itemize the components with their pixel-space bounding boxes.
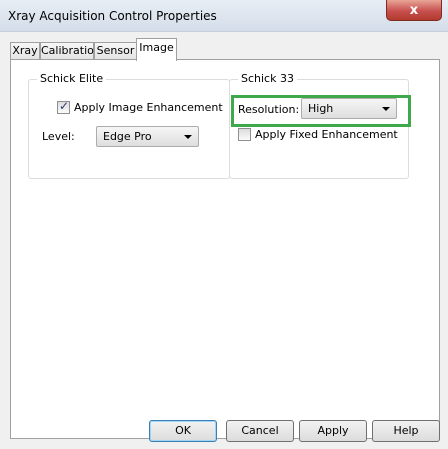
schick-elite-title: Schick Elite <box>37 72 107 85</box>
resolution-highlight-box <box>231 95 411 127</box>
apply-image-enhancement-label: Apply Image Enhancement <box>74 101 223 114</box>
checkmark-icon: ✓ <box>59 99 70 113</box>
schick-33-group: Schick 33 Resolution: High Apply Fixed E… <box>229 72 409 179</box>
close-icon: x <box>409 2 419 18</box>
apply-fixed-enhancement-row[interactable]: Apply Fixed Enhancement <box>238 128 398 141</box>
level-value: Edge Pro <box>103 130 152 143</box>
level-label: Level: <box>42 130 75 143</box>
tab-xray[interactable]: Xray <box>10 42 40 60</box>
ok-button[interactable]: OK <box>149 420 217 442</box>
image-tab-panel: Schick Elite ✓ Apply Image Enhancement L… <box>10 59 440 439</box>
apply-fixed-enhancement-checkbox[interactable] <box>238 128 251 141</box>
dialog-client-area: Xray Calibration Sensor Image Schick Eli… <box>8 32 440 449</box>
apply-image-enhancement-checkbox[interactable]: ✓ <box>57 99 70 114</box>
window-title: Xray Acquisition Control Properties <box>8 9 217 23</box>
chevron-down-icon <box>184 135 192 139</box>
schick-elite-group: Schick Elite ✓ Apply Image Enhancement L… <box>28 72 230 179</box>
help-button[interactable]: Help <box>372 420 440 442</box>
schick-33-title: Schick 33 <box>238 72 297 85</box>
close-button[interactable]: x <box>386 0 442 21</box>
apply-fixed-enhancement-label: Apply Fixed Enhancement <box>255 128 398 141</box>
apply-button[interactable]: Apply <box>299 420 367 442</box>
cancel-button[interactable]: Cancel <box>226 420 294 442</box>
tab-calibration[interactable]: Calibration <box>40 42 101 60</box>
tab-image[interactable]: Image <box>136 38 177 61</box>
title-bar: Xray Acquisition Control Properties x <box>0 0 448 32</box>
level-dropdown[interactable]: Edge Pro <box>96 126 199 147</box>
tab-sensor[interactable]: Sensor <box>94 42 137 60</box>
properties-dialog: Xray Acquisition Control Properties x Xr… <box>0 0 448 449</box>
apply-image-enhancement-row[interactable]: ✓ Apply Image Enhancement <box>57 99 223 114</box>
